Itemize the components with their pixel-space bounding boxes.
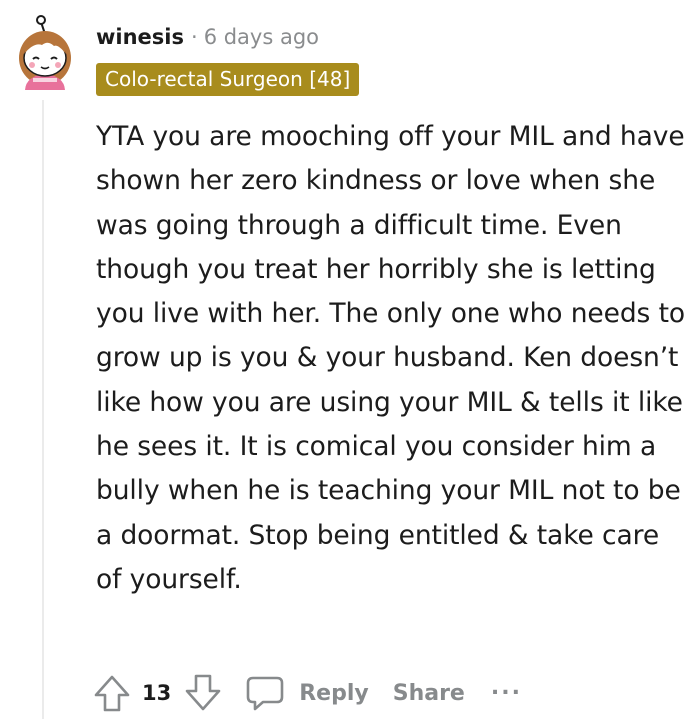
thread-line[interactable] <box>42 100 44 719</box>
comment-body: YTA you are mooching off your MIL and ha… <box>96 121 685 595</box>
timestamp-link[interactable]: 6 days ago <box>204 25 319 49</box>
upvote-arrow-icon[interactable] <box>92 673 132 713</box>
separator-dot: · <box>191 25 198 49</box>
comment-actions: 13 Reply Share ... <box>92 670 522 716</box>
comment: winesis · 6 days ago Colo-rectal Surgeon… <box>0 0 700 719</box>
more-options-button[interactable]: ... <box>491 675 522 700</box>
username-link[interactable]: winesis <box>96 25 184 49</box>
share-button[interactable]: Share <box>393 681 465 706</box>
user-flair: Colo-rectal Surgeon [48] <box>96 63 360 96</box>
reply-label: Reply <box>299 680 369 706</box>
vote-count: 13 <box>142 681 172 705</box>
downvote-arrow-icon[interactable] <box>183 673 223 713</box>
reply-button[interactable]: Reply <box>245 674 369 712</box>
comment-header: winesis · 6 days ago <box>96 22 319 52</box>
snoo-avatar-icon[interactable] <box>14 14 76 96</box>
speech-bubble-icon <box>245 674 285 712</box>
